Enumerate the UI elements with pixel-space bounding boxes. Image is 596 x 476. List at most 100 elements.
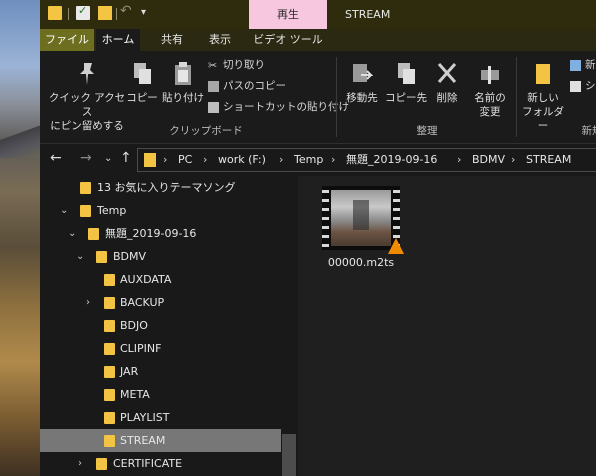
pin-label-line1: クイック アクセス (48, 92, 126, 118)
customize-quick-access-icon[interactable]: ▾ (141, 7, 146, 18)
tree-item-clipinf[interactable]: CLIPINF (40, 337, 280, 360)
separator (68, 8, 69, 20)
breadcrumb-drive[interactable]: work (F:) (218, 149, 266, 171)
copy-to-button[interactable]: コピー先 (384, 57, 428, 105)
easy-access-label: ショ (585, 80, 596, 92)
rename-icon (481, 66, 499, 84)
paste-shortcut-label: ショートカットの貼り付け (223, 101, 349, 113)
new-folder-button[interactable]: 新しい フォルダー (518, 57, 568, 133)
breadcrumb-temp[interactable]: Temp (294, 149, 323, 171)
navigation-pane-scrollbar[interactable] (282, 434, 296, 476)
recent-locations-icon[interactable]: ⌄ (104, 153, 112, 164)
pin-to-quick-access-button[interactable]: クイック アクセス にピン留めする (46, 57, 128, 133)
rename-button[interactable]: 名前の 変更 (468, 57, 512, 119)
breadcrumb-chevron[interactable]: › (163, 149, 167, 171)
copy-path-label: パスのコピー (223, 80, 286, 92)
scissors-icon: ✂ (208, 58, 218, 72)
video-thumbnail (322, 186, 404, 254)
group-separator (516, 57, 517, 137)
breadcrumb-chevron[interactable]: › (511, 149, 515, 171)
breadcrumb-untitled[interactable]: 無題_2019-09-16 (346, 149, 437, 171)
tree-item-label: BDJO (120, 319, 148, 332)
tree-item-auxdata[interactable]: AUXDATA (40, 268, 280, 291)
copy-path-button[interactable]: パスのコピー (208, 78, 286, 94)
forward-arrow-icon[interactable]: → (80, 150, 92, 166)
tree-item-certificate[interactable]: › CERTIFICATE (40, 452, 280, 475)
tree-item-temp[interactable]: ⌄ Temp (40, 199, 280, 222)
wallpaper-mountain (0, 118, 40, 158)
copy-button[interactable]: コピー (126, 57, 158, 105)
desktop-wallpaper (0, 0, 40, 476)
breadcrumb-chevron[interactable]: › (203, 149, 207, 171)
tab-home[interactable]: ホーム (96, 29, 140, 51)
new-folder-label-line2: フォルダー (522, 106, 564, 132)
breadcrumb-chevron[interactable]: › (279, 149, 283, 171)
paste-shortcut-button[interactable]: ショートカットの貼り付け (208, 99, 349, 115)
up-arrow-icon[interactable]: ↑ (120, 150, 132, 166)
breadcrumb-stream[interactable]: STREAM (526, 149, 571, 171)
film-strip-edge (322, 186, 329, 250)
ribbon-tab-bar: ファイル ホーム 共有 表示 ビデオ ツール (40, 29, 596, 51)
folder-icon (88, 228, 99, 240)
breadcrumb-chevron[interactable]: › (331, 149, 335, 171)
expand-chevron-icon[interactable]: › (86, 291, 90, 314)
tree-item-meta[interactable]: META (40, 383, 280, 406)
breadcrumb-chevron[interactable]: › (457, 149, 461, 171)
tree-item-playlist[interactable]: PLAYLIST (40, 406, 280, 429)
context-tab-play[interactable]: 再生 (249, 0, 327, 29)
copy-icon (134, 63, 151, 84)
new-item-icon (570, 59, 581, 71)
expand-chevron-icon[interactable]: ⌄ (76, 245, 84, 268)
expand-chevron-icon[interactable]: › (78, 452, 82, 475)
tab-share[interactable]: 共有 (150, 29, 194, 51)
back-arrow-icon[interactable]: ← (50, 150, 62, 166)
folder-icon (144, 153, 156, 167)
tree-item-label: BACKUP (120, 296, 165, 309)
tree-item-label: STREAM (120, 434, 166, 447)
undo-icon[interactable]: ↶ (120, 3, 132, 19)
tree-item-label: AUXDATA (120, 273, 172, 286)
new-item-button[interactable]: 新規 (570, 57, 596, 73)
tree-item-stream[interactable]: STREAM (40, 429, 281, 452)
rename-label-line1: 名前の (474, 92, 506, 104)
tab-file[interactable]: ファイル (40, 29, 94, 51)
copy-to-label: コピー先 (385, 92, 427, 104)
folder-icon (96, 251, 107, 263)
breadcrumb-bdmv[interactable]: BDMV (472, 149, 505, 171)
thumbnail-image (331, 190, 391, 246)
expand-chevron-icon[interactable]: ⌄ (60, 199, 68, 222)
tree-item-backup[interactable]: › BACKUP (40, 291, 280, 314)
new-item-label: 新規 (585, 59, 596, 71)
file-item[interactable]: 00000.m2ts (317, 186, 405, 269)
new-folder-icon[interactable] (98, 6, 112, 20)
folder-icon (104, 297, 115, 309)
expand-chevron-icon[interactable]: ⌄ (68, 222, 76, 245)
tree-item-jar[interactable]: JAR (40, 360, 280, 383)
window-title: STREAM (345, 8, 391, 21)
folder-icon (96, 458, 107, 470)
easy-access-icon (570, 80, 581, 92)
paste-button[interactable]: 貼り付け (160, 57, 206, 105)
folder-icon (104, 366, 115, 378)
breadcrumb-pc[interactable]: PC (178, 149, 192, 171)
cut-button[interactable]: ✂ 切り取り (208, 57, 265, 73)
rename-label-line2: 変更 (479, 106, 501, 118)
paste-label: 貼り付け (162, 92, 204, 104)
tree-item-bdmv[interactable]: ⌄ BDMV (40, 245, 280, 268)
paste-icon (175, 62, 191, 85)
tab-view[interactable]: 表示 (198, 29, 242, 51)
address-bar[interactable]: › PC › work (F:) › Temp › 無題_2019-09-16 … (137, 148, 596, 172)
tree-item-theme-songs[interactable]: 13 お気に入りテーマソング (40, 176, 280, 199)
pin-label-line2: にピン留めする (50, 120, 124, 132)
organize-group-label: 整理 (416, 125, 438, 137)
properties-icon[interactable] (76, 4, 90, 20)
tree-item-bdjo[interactable]: BDJO (40, 314, 280, 337)
move-to-button[interactable]: 移動先 (340, 57, 384, 105)
move-to-label: 移動先 (346, 92, 378, 104)
delete-button[interactable]: 削除 (432, 57, 462, 105)
easy-access-button[interactable]: ショ (570, 78, 596, 94)
tab-video-tools[interactable]: ビデオ ツール (248, 29, 328, 51)
delete-x-icon (437, 63, 457, 83)
tree-item-untitled[interactable]: ⌄ 無題_2019-09-16 (40, 222, 280, 245)
tree-item-label: 13 お気に入りテーマソング (97, 181, 236, 194)
